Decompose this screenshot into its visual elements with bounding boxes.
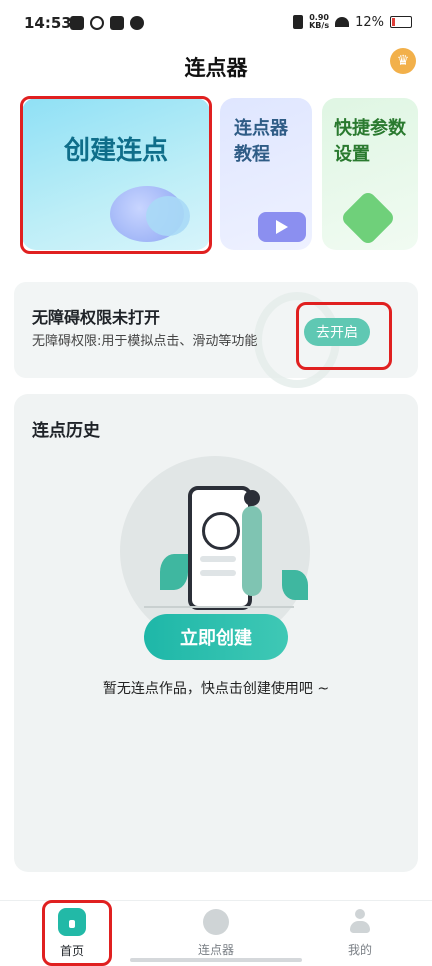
settings-label-line2: 设置 xyxy=(334,144,370,165)
tutorial-label-line2: 教程 xyxy=(234,144,270,165)
person-illustration xyxy=(242,490,262,596)
nav-profile[interactable]: 我的 xyxy=(288,901,432,965)
video-camera-icon xyxy=(258,212,306,242)
net-speed: 0.90 KB/s xyxy=(309,14,329,30)
tutorial-card[interactable]: 连点器 教程 xyxy=(220,98,312,250)
wifi-icon xyxy=(335,17,350,27)
crown-icon[interactable]: ♛ xyxy=(390,48,416,74)
accessibility-panel: 无障碍权限未打开 无障碍权限:用于模拟点击、滑动等功能 去开启 xyxy=(14,282,418,388)
history-panel: 连点历史 立即创建 暂无连点作品，快点击创建使用吧 ~ xyxy=(14,394,418,872)
accessibility-description: 无障碍权限:用于模拟点击、滑动等功能 xyxy=(32,334,258,349)
tutorial-label: 连点器 教程 xyxy=(234,116,288,168)
tutorial-label-line1: 连点器 xyxy=(234,118,288,139)
history-title: 连点历史 xyxy=(32,421,100,441)
system-status: 0.90 KB/s 12% xyxy=(293,14,412,30)
profile-icon xyxy=(347,908,373,935)
enable-accessibility-button[interactable]: 去开启 xyxy=(304,318,370,346)
tiktok-icon xyxy=(70,16,84,30)
net-speed-unit: KB/s xyxy=(309,21,330,30)
notification-icons xyxy=(70,16,144,30)
create-click-label: 创建连点 xyxy=(63,136,168,166)
clicker-icon xyxy=(203,908,229,935)
app-notification-icon xyxy=(90,16,104,30)
bubble-illustration xyxy=(146,196,190,236)
page-title: 连点器 xyxy=(184,56,248,80)
quick-settings-card[interactable]: 快捷参数 设置 xyxy=(322,98,418,250)
nav-clicker[interactable]: 连点器 xyxy=(144,901,288,965)
home-indicator[interactable] xyxy=(130,958,302,962)
battery-percent: 12% xyxy=(355,14,384,30)
bottom-nav: 首页 连点器 我的 xyxy=(0,900,432,965)
battery-icon xyxy=(390,16,412,28)
nav-home[interactable]: 首页 xyxy=(0,901,144,965)
gear-icon xyxy=(339,189,397,247)
ground-line xyxy=(144,606,294,608)
magnifier-icon xyxy=(202,512,240,550)
accessibility-title: 无障碍权限未打开 xyxy=(32,308,161,327)
nav-profile-label: 我的 xyxy=(347,942,372,957)
vibrate-icon xyxy=(293,15,304,29)
message-icon xyxy=(110,16,124,30)
settings-label-line1: 快捷参数 xyxy=(334,118,406,139)
plant-icon xyxy=(160,554,188,590)
plant-icon xyxy=(282,570,308,600)
list-placeholder xyxy=(200,556,236,562)
empty-state-text: 暂无连点作品，快点击创建使用吧 ~ xyxy=(102,681,330,697)
nav-home-label: 首页 xyxy=(59,943,84,958)
home-icon xyxy=(58,907,86,936)
create-click-card[interactable]: 创建连点 xyxy=(22,98,210,250)
status-time: 14:53 xyxy=(24,14,72,32)
quick-settings-label: 快捷参数 设置 xyxy=(334,116,406,168)
nav-clicker-label: 连点器 xyxy=(197,942,234,957)
game-app-icon xyxy=(130,16,144,30)
create-now-button[interactable]: 立即创建 xyxy=(144,614,288,660)
list-placeholder xyxy=(200,570,236,576)
